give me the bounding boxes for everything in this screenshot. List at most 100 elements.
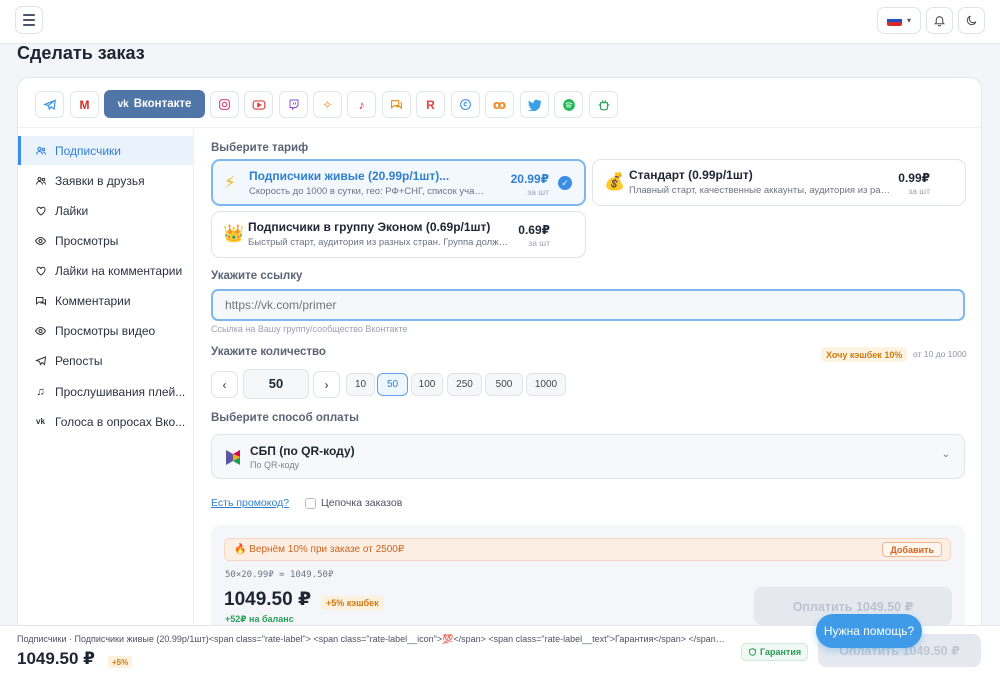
sidebar-item-comment-likes[interactable]: Лайки на комментарии — [18, 256, 194, 285]
tariff-card-standard[interactable]: 💰 Стандарт (0.99р/1шт) Плавный старт, ка… — [592, 159, 966, 206]
money-bag-icon: 💰 — [604, 172, 626, 191]
tariff-desc: Плавный старт, качественные аккаунты, ау… — [629, 185, 891, 196]
eye-icon — [34, 234, 47, 247]
vk-icon: vk — [117, 98, 129, 110]
gmail-icon: M — [79, 97, 90, 112]
twitch-icon — [289, 99, 298, 111]
tariff-card-live[interactable]: ⚡ Подписчики живые (20.99р/1шт)... Скоро… — [211, 159, 586, 206]
sidebar-item-subscribers[interactable]: Подписчики — [18, 136, 194, 165]
heart-icon — [34, 264, 47, 277]
increment-button[interactable]: › — [313, 371, 340, 398]
menu-button[interactable] — [15, 6, 43, 34]
tariff-price: 0.99₽ — [898, 171, 930, 185]
link-label: Укажите ссылку — [211, 270, 303, 282]
russia-flag-icon — [886, 15, 902, 26]
tiktok-icon: ♪ — [358, 97, 365, 112]
tab-spotify[interactable] — [554, 91, 583, 118]
tariff-title: Подписчики живые (20.99р/1шт)... — [249, 169, 450, 183]
tab-rutube[interactable]: R — [416, 91, 445, 118]
sidebar-item-poll-votes[interactable]: vk Голоса в опросах Вко... — [18, 407, 194, 436]
tab-tiktok[interactable]: ♪ — [347, 91, 376, 118]
order-chain-checkbox[interactable]: Цепочка заказов — [305, 497, 402, 509]
guarantee-badge: Гарантия — [741, 643, 809, 661]
order-card: M vk Вконтакте ✧ ♪ R ꝏ Подписчики Заявки… — [17, 77, 982, 677]
heart-icon — [34, 204, 47, 217]
language-selector[interactable]: ▾ — [877, 7, 921, 34]
bottom-total: 1049.50 ₽ — [17, 649, 96, 668]
quantity-range: от 10 до 1000 — [913, 349, 967, 359]
theme-toggle-button[interactable] — [958, 7, 985, 34]
tab-threads[interactable] — [451, 91, 480, 118]
payment-method-select[interactable]: СБП (по QR-коду) По QR-коду ⌄ — [211, 434, 965, 479]
tab-chat[interactable] — [382, 91, 411, 118]
quantity-preset[interactable]: 100 — [411, 373, 443, 396]
add-button[interactable]: Добавить — [882, 542, 942, 557]
sparkle-icon: ✧ — [322, 97, 333, 112]
quantity-preset[interactable]: 10 — [346, 373, 375, 396]
sidebar-item-comments[interactable]: Комментарии — [18, 286, 194, 315]
quantity-preset[interactable]: 250 — [447, 373, 482, 396]
telegram-icon — [42, 98, 56, 110]
sidebar-item-friend-requests[interactable]: Заявки в друзья — [18, 166, 194, 195]
quantity-input[interactable]: 50 — [243, 369, 309, 399]
link-hint: Ссылка на Вашу группу/сообщество Вконтак… — [211, 324, 408, 334]
price-formula: 50×20.99₽ = 1049.50₽ — [225, 570, 334, 580]
menu-icon — [23, 14, 35, 16]
tab-twitter[interactable] — [520, 91, 549, 118]
bell-icon — [933, 16, 946, 27]
tariff-unit: за шт — [908, 186, 930, 196]
sidebar-item-likes[interactable]: Лайки — [18, 196, 194, 225]
order-description: Подписчики · Подписчики живые (20.99р/1ш… — [17, 634, 727, 644]
chat-icon — [391, 100, 402, 110]
quantity-preset[interactable]: 500 — [485, 373, 523, 396]
eye-icon — [34, 324, 47, 337]
friends-icon — [34, 174, 47, 187]
odnoklassniki-icon: ꝏ — [492, 97, 507, 112]
tab-vkontakte[interactable]: vk Вконтакте — [104, 90, 205, 118]
comment-icon — [34, 294, 47, 307]
spotify-icon — [562, 98, 575, 111]
threads-icon — [460, 99, 471, 110]
tariff-label: Выберите тариф — [211, 142, 309, 154]
tab-telegram[interactable] — [35, 91, 64, 118]
tariff-desc: Скорость до 1000 в сутки, гео: РФ+СНГ, с… — [249, 186, 484, 197]
decrement-button[interactable]: ‹ — [211, 371, 238, 398]
sidebar-item-video-views[interactable]: Просмотры видео — [18, 316, 194, 345]
tariff-title: Стандарт (0.99р/1шт) — [629, 168, 753, 182]
crown-icon: 👑 — [223, 224, 245, 243]
bot-icon — [598, 99, 609, 110]
cashback-badge: +5% кэшбек — [321, 596, 384, 610]
tab-telegram-bot[interactable] — [589, 91, 618, 118]
link-input[interactable] — [211, 289, 965, 321]
help-chat-button[interactable]: Нужна помощь? — [816, 614, 922, 648]
quantity-label: Укажите количество — [211, 346, 326, 358]
quantity-preset[interactable]: 50 — [377, 373, 408, 396]
sidebar-item-reposts[interactable]: Репосты — [18, 346, 194, 375]
chevron-down-icon: ▾ — [906, 16, 911, 25]
users-icon — [34, 144, 47, 157]
balance-bonus: +52₽ на баланс — [225, 614, 294, 624]
tab-gmail[interactable]: M — [70, 91, 99, 118]
tariff-desc: Быстрый старт, аудитория из разных стран… — [248, 237, 510, 248]
tab-sparkle[interactable]: ✧ — [313, 91, 342, 118]
tab-odnoklassniki[interactable]: ꝏ — [485, 91, 514, 118]
tab-twitch[interactable] — [279, 91, 308, 118]
notifications-button[interactable] — [926, 7, 953, 34]
quantity-preset[interactable]: 1000 — [526, 373, 566, 396]
cashback-toggle[interactable]: Хочу кэшбек 10% — [821, 347, 908, 362]
tab-instagram[interactable] — [210, 91, 239, 118]
sidebar-item-views[interactable]: Просмотры — [18, 226, 194, 255]
sidebar-item-playlist-plays[interactable]: ♫ Прослушивания плей... — [18, 377, 194, 406]
music-icon: ♫ — [36, 385, 45, 398]
payment-sub: По QR-коду — [250, 460, 300, 470]
promo-code-link[interactable]: Есть промокод? — [211, 497, 289, 509]
payment-method: СБП (по QR-коду) — [250, 444, 355, 458]
tariff-card-economy[interactable]: 👑 Подписчики в группу Эконом (0.69р/1шт)… — [211, 211, 586, 258]
twitter-icon — [527, 99, 541, 111]
tariff-unit: за шт — [528, 238, 550, 248]
checkbox[interactable] — [305, 497, 316, 509]
instagram-icon — [219, 99, 230, 110]
rutube-icon: R — [426, 97, 435, 112]
tab-youtube[interactable] — [244, 91, 273, 118]
shield-icon — [749, 648, 756, 656]
